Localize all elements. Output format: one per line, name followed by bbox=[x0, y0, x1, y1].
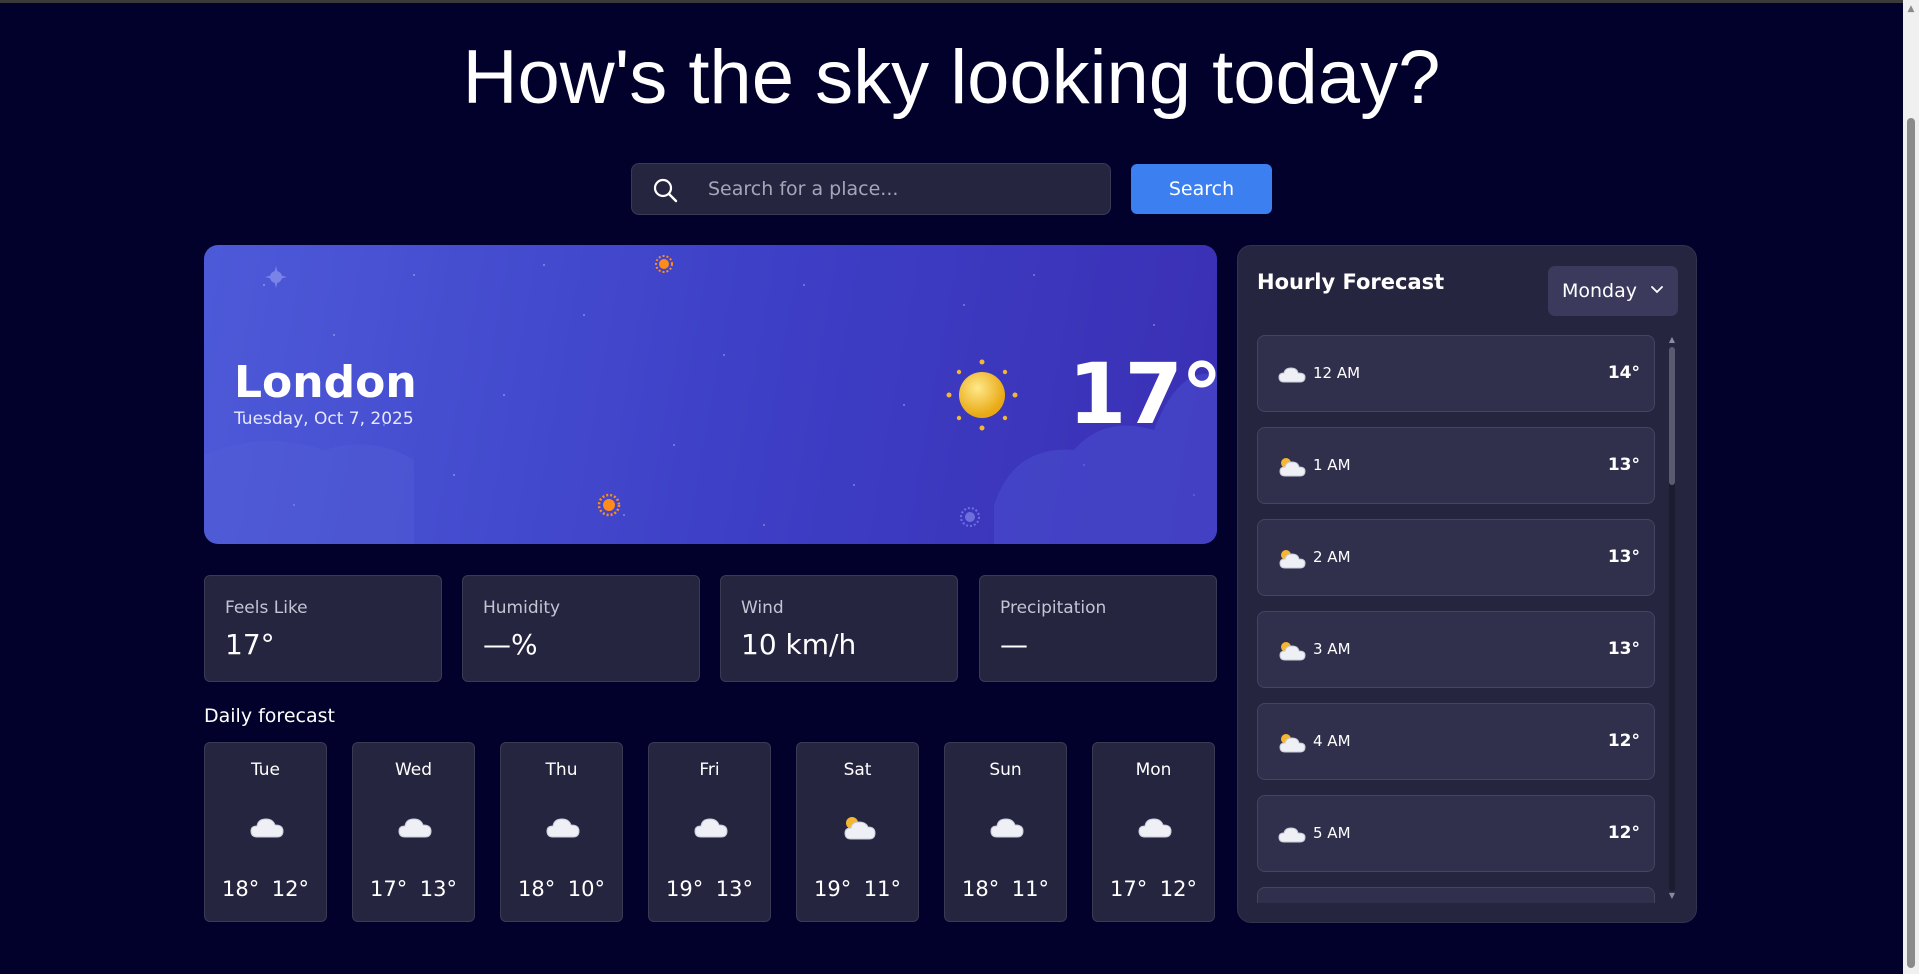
hour-temp: 13° bbox=[1607, 547, 1640, 567]
search-button[interactable]: Search bbox=[1131, 164, 1272, 214]
day-low: 12° bbox=[271, 877, 309, 901]
city-name: London bbox=[234, 357, 417, 408]
day-high: 18° bbox=[518, 877, 556, 901]
hour-temp: 12° bbox=[1607, 731, 1640, 751]
day-low: 13° bbox=[419, 877, 457, 901]
day-name: Thu bbox=[545, 760, 578, 780]
day-low: 13° bbox=[715, 877, 753, 901]
day-name: Tue bbox=[250, 760, 281, 780]
daily-forecast-day: Fri 19° 13° bbox=[648, 742, 771, 922]
day-low: 11° bbox=[1011, 877, 1049, 901]
current-temperature: 17° bbox=[1068, 345, 1217, 443]
hourly-item: 5 AM 12° bbox=[1257, 795, 1655, 872]
window-top-border bbox=[0, 0, 1919, 3]
cloud-icon bbox=[546, 818, 580, 838]
hour-temp: 13° bbox=[1607, 455, 1640, 475]
precipitation-card: Precipitation — bbox=[979, 575, 1217, 682]
daily-forecast-day: Tue 18° 12° bbox=[204, 742, 327, 922]
partly-cloudy-icon bbox=[1279, 734, 1306, 753]
search-box[interactable] bbox=[631, 163, 1111, 215]
daily-forecast-day: Mon 17° 12° bbox=[1092, 742, 1215, 922]
sun-icon bbox=[946, 359, 1018, 431]
cloud-icon bbox=[1138, 818, 1172, 838]
hour-time: 12 AM bbox=[1313, 364, 1361, 382]
search-icon bbox=[653, 178, 678, 203]
hourly-item: 12 AM 14° bbox=[1257, 335, 1655, 412]
stat-label: Feels Like bbox=[225, 598, 308, 618]
day-low: 10° bbox=[567, 877, 605, 901]
cloud-icon bbox=[694, 818, 728, 838]
hour-time: 3 AM bbox=[1313, 640, 1351, 658]
chevron-down-icon bbox=[1651, 286, 1663, 294]
stat-value: —% bbox=[483, 628, 538, 661]
scrollbar-thumb[interactable] bbox=[1907, 118, 1915, 968]
daily-forecast-day: Wed 17° 13° bbox=[352, 742, 475, 922]
day-high: 17° bbox=[370, 877, 408, 901]
feels-like-card: Feels Like 17° bbox=[204, 575, 442, 682]
daily-forecast-title: Daily forecast bbox=[204, 705, 335, 727]
scroll-up-arrow[interactable]: ▲ bbox=[1666, 335, 1678, 344]
hourly-forecast-panel: Hourly Forecast Monday 12 AM 14° 1 AM 13… bbox=[1237, 245, 1697, 923]
day-low: 11° bbox=[863, 877, 901, 901]
scroll-down-arrow[interactable]: ▼ bbox=[1666, 891, 1678, 900]
day-name: Wed bbox=[394, 760, 433, 780]
current-weather-card: London Tuesday, Oct 7, 2025 17° bbox=[204, 245, 1217, 544]
hourly-list[interactable]: 12 AM 14° 1 AM 13° 2 AM 13° 3 AM 13° 4 A… bbox=[1257, 335, 1655, 903]
partly-cloudy-icon bbox=[844, 817, 876, 840]
cloud-icon bbox=[1278, 827, 1306, 843]
stat-value: — bbox=[1000, 628, 1028, 661]
hour-temp: 14° bbox=[1607, 363, 1640, 383]
hourly-scrollbar[interactable]: ▲ ▼ bbox=[1666, 335, 1678, 903]
scroll-down-arrow[interactable]: ▼ bbox=[1903, 958, 1919, 972]
daily-forecast-day: Thu 18° 10° bbox=[500, 742, 623, 922]
partly-cloudy-icon bbox=[1279, 550, 1306, 569]
scroll-up-arrow[interactable]: ▲ bbox=[1903, 2, 1919, 16]
hour-time: 4 AM bbox=[1313, 732, 1351, 750]
selected-day: Monday bbox=[1562, 280, 1638, 302]
hour-time: 5 AM bbox=[1313, 824, 1351, 842]
page-title: How's the sky looking today? bbox=[462, 35, 1441, 120]
hour-time: 1 AM bbox=[1313, 456, 1351, 474]
humidity-card: Humidity —% bbox=[462, 575, 700, 682]
hourly-item: 3 AM 13° bbox=[1257, 611, 1655, 688]
hour-time: 2 AM bbox=[1313, 548, 1351, 566]
cloud-icon bbox=[1278, 367, 1306, 383]
day-name: Sat bbox=[843, 760, 872, 780]
cloud-icon bbox=[398, 818, 432, 838]
hourly-item: 2 AM 13° bbox=[1257, 519, 1655, 596]
day-high: 19° bbox=[814, 877, 852, 901]
cloud-icon bbox=[990, 818, 1024, 838]
stat-label: Wind bbox=[741, 598, 784, 618]
partly-cloudy-icon bbox=[1279, 642, 1306, 661]
daily-forecast-day: Sat 19° 11° bbox=[796, 742, 919, 922]
scrollbar-thumb[interactable] bbox=[1669, 347, 1675, 485]
day-high: 18° bbox=[222, 877, 260, 901]
wind-card: Wind 10 km/h bbox=[720, 575, 958, 682]
hour-temp: 12° bbox=[1607, 823, 1640, 843]
day-name: Mon bbox=[1135, 760, 1172, 780]
day-select-dropdown[interactable]: Monday bbox=[1548, 266, 1678, 316]
stat-label: Humidity bbox=[483, 598, 561, 618]
hourly-item: 1 AM 13° bbox=[1257, 427, 1655, 504]
day-high: 17° bbox=[1110, 877, 1148, 901]
stat-label: Precipitation bbox=[1000, 598, 1107, 618]
day-name: Sun bbox=[989, 760, 1022, 780]
hour-temp: 13° bbox=[1607, 639, 1640, 659]
hourly-forecast-title: Hourly Forecast bbox=[1257, 270, 1445, 294]
hourly-item: 4 AM 12° bbox=[1257, 703, 1655, 780]
hourly-item-partial bbox=[1257, 887, 1655, 903]
stat-value: 10 km/h bbox=[741, 628, 857, 661]
current-date: Tuesday, Oct 7, 2025 bbox=[234, 409, 414, 429]
cloud-icon bbox=[250, 818, 284, 838]
daily-forecast-day: Sun 18° 11° bbox=[944, 742, 1067, 922]
day-name: Fri bbox=[699, 760, 720, 780]
day-high: 19° bbox=[666, 877, 704, 901]
search-input[interactable] bbox=[708, 164, 1098, 214]
day-low: 12° bbox=[1159, 877, 1197, 901]
day-high: 18° bbox=[962, 877, 1000, 901]
stat-value: 17° bbox=[225, 628, 275, 661]
partly-cloudy-icon bbox=[1279, 458, 1306, 477]
page-scrollbar[interactable]: ▲ ▼ bbox=[1903, 0, 1919, 974]
